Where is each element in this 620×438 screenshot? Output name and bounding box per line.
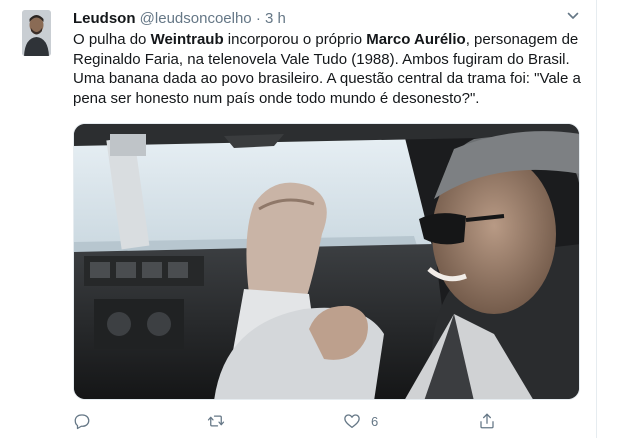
share-button[interactable] [478, 410, 496, 432]
heart-icon [344, 414, 360, 429]
retweet-button[interactable] [207, 410, 225, 432]
text-part: incorporou o próprio [223, 31, 367, 48]
tweet-actions: 6 [73, 410, 523, 432]
text-part: O pulha do [73, 31, 151, 48]
like-count: 6 [371, 413, 379, 429]
reply-button[interactable] [73, 410, 91, 432]
bold-name-weintraub: Weintraub [150, 31, 224, 48]
tweet-header: Leudson @leudsoncoelho · 3 h [73, 9, 573, 29]
separator-dot: · [255, 10, 261, 27]
chevron-down-icon[interactable] [566, 9, 580, 23]
retweet-icon [207, 415, 225, 427]
tweet-text: O pulha do Weintraub incorporou o própri… [73, 30, 583, 108]
bold-name-marco-aurelio: Marco Aurélio [366, 31, 466, 48]
reply-icon [74, 414, 90, 430]
tweet-media-image[interactable] [73, 123, 580, 400]
author-name[interactable]: Leudson [73, 10, 136, 27]
tweet-time[interactable]: 3 h [265, 10, 286, 27]
tweet[interactable]: Leudson @leudsoncoelho · 3 h O pulha do … [0, 0, 597, 438]
share-icon [480, 413, 494, 429]
author-handle[interactable]: @leudsoncoelho [140, 10, 252, 27]
avatar[interactable] [22, 10, 51, 56]
like-button[interactable]: 6 [343, 410, 378, 432]
